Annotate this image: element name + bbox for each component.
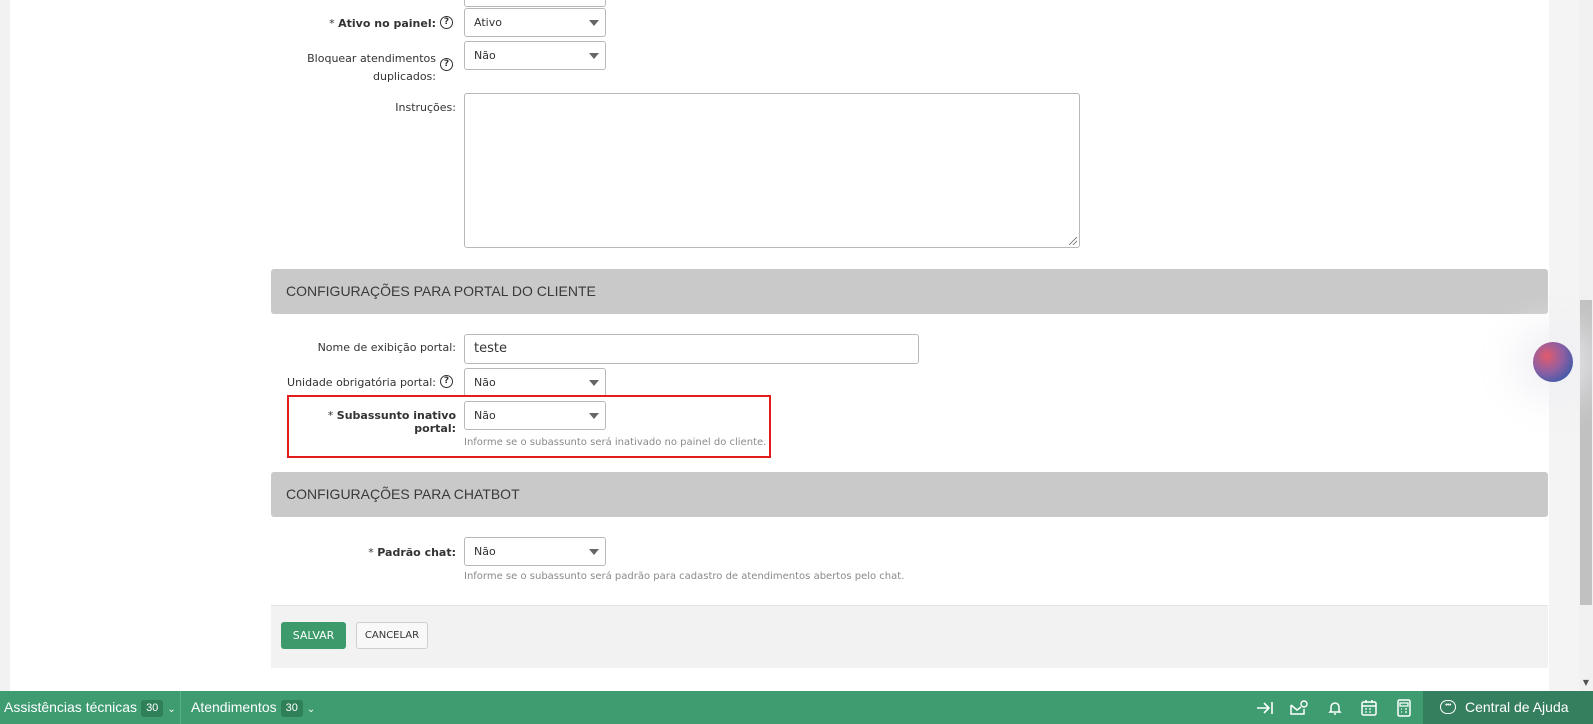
subassunto-inativo-hint: Informe se o subassunto será inativado n…	[464, 437, 767, 448]
chevron-down-icon	[589, 53, 599, 59]
padrao-chat-label-text: Padrão chat:	[377, 546, 456, 559]
form-actions-bar	[271, 605, 1548, 668]
chatbot-section-header: CONFIGURAÇÕES PARA CHATBOT	[271, 472, 1548, 517]
required-mark: *	[368, 546, 374, 559]
chevron-down-icon	[589, 413, 599, 419]
assistencias-tab[interactable]: Assistências técnicas 30 ⌄	[4, 691, 176, 724]
chevron-down-icon	[589, 380, 599, 386]
calendar-icon[interactable]	[1359, 699, 1379, 717]
calculator-icon[interactable]	[1394, 699, 1414, 717]
divider	[180, 691, 181, 724]
bloquear-label: Bloquear atendimentos duplicados:	[300, 50, 436, 86]
chevron-down-icon: ⌄	[167, 704, 176, 715]
mail-settings-icon[interactable]	[1289, 699, 1309, 717]
ativo-painel-label: * Ativo no painel:	[320, 17, 436, 30]
ativo-painel-select[interactable]: Ativo	[464, 8, 606, 37]
left-margin	[0, 0, 10, 691]
unidade-obrigatoria-label: Unidade obrigatória portal:	[287, 376, 436, 389]
top-partial-select[interactable]	[464, 0, 606, 7]
required-mark: *	[327, 409, 334, 422]
subassunto-inativo-label: * Subassunto inativo portal:	[290, 409, 456, 435]
unidade-obrigatoria-select[interactable]: Não	[464, 368, 606, 397]
arrow-to-right-icon[interactable]	[1255, 699, 1275, 717]
help-icon[interactable]: ?	[440, 375, 453, 388]
chevron-down-icon	[589, 549, 599, 555]
portal-section-header: CONFIGURAÇÕES PARA PORTAL DO CLIENTE	[271, 269, 1548, 314]
subassunto-inativo-select[interactable]: Não	[464, 401, 606, 430]
instrucoes-label: Instruções:	[395, 101, 456, 114]
assistencias-label: Assistências técnicas	[4, 699, 138, 715]
cancel-button[interactable]: CANCELAR	[356, 622, 428, 649]
padrao-chat-label: * Padrão chat:	[340, 546, 456, 559]
chat-bubble-icon: •••	[1440, 700, 1456, 714]
help-icon[interactable]: ?	[440, 58, 453, 71]
bloquear-label-line1: Bloquear atendimentos	[307, 52, 436, 65]
padrao-chat-hint: Informe se o subassunto será padrão para…	[464, 571, 905, 582]
unidade-obrigatoria-value: Não	[474, 376, 496, 389]
bloquear-label-line2: duplicados:	[373, 70, 436, 83]
page: ▼ * Ativo no painel: ? Ativo Bloquear at…	[0, 0, 1593, 724]
bell-icon[interactable]	[1325, 699, 1345, 717]
bloquear-value: Não	[474, 49, 496, 62]
padrao-chat-select[interactable]: Não	[464, 537, 606, 566]
scrollbar-thumb[interactable]	[1580, 300, 1592, 605]
chevron-down-icon: ⌄	[306, 704, 316, 715]
atendimentos-count-badge: 30	[280, 700, 303, 717]
scroll-down-arrow-icon[interactable]: ▼	[1581, 678, 1591, 688]
atendimentos-tab[interactable]: Atendimentos 30 ⌄	[191, 691, 315, 724]
nome-exibicao-input[interactable]: teste	[464, 334, 919, 364]
save-button[interactable]: SALVAR	[281, 622, 346, 649]
help-center-label: Central de Ajuda	[1465, 699, 1569, 715]
required-mark: *	[329, 17, 335, 30]
assistant-avatar[interactable]	[1533, 342, 1573, 382]
atendimentos-label: Atendimentos	[191, 699, 277, 715]
ativo-painel-value: Ativo	[474, 16, 502, 29]
bottom-bar: Assistências técnicas 30 ⌄ Atendimentos 30 ⌄…	[0, 691, 1593, 724]
help-icon[interactable]: ?	[440, 16, 453, 29]
subassunto-inativo-label-text: Subassunto inativo portal:	[336, 409, 456, 435]
nome-exibicao-label: Nome de exibição portal:	[317, 341, 456, 354]
subassunto-inativo-value: Não	[474, 409, 496, 422]
resize-handle-icon[interactable]	[1069, 237, 1077, 245]
assistencias-count-badge: 30	[141, 700, 164, 717]
bloquear-select[interactable]: Não	[464, 41, 606, 70]
chevron-down-icon	[589, 20, 599, 26]
padrao-chat-value: Não	[474, 545, 496, 558]
instrucoes-textarea[interactable]	[464, 93, 1080, 248]
help-center-button[interactable]: ••• Central de Ajuda	[1423, 691, 1593, 724]
ativo-painel-label-text: Ativo no painel:	[338, 17, 436, 30]
